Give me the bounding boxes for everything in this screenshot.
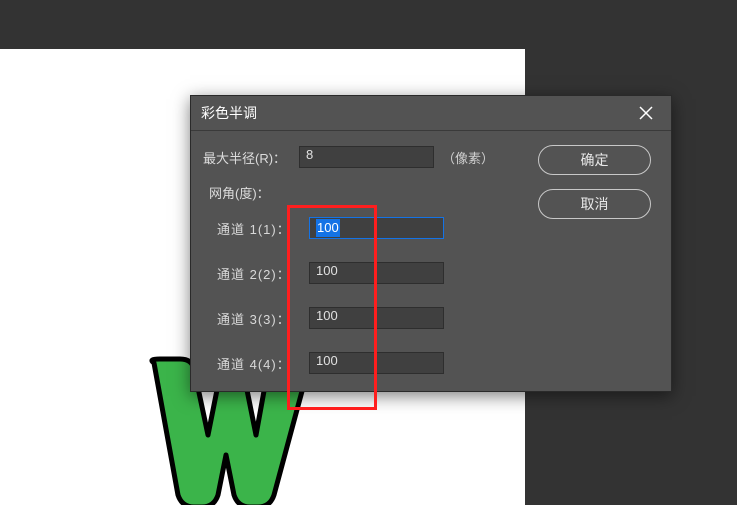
channel-2-input[interactable]: 100 — [309, 262, 444, 284]
channel-1-label: 通道 1(1)： — [199, 219, 309, 238]
pixel-unit-label: （像素） — [442, 148, 494, 167]
channel-1-input[interactable]: 100 — [309, 217, 444, 239]
dialog-titlebar[interactable]: 彩色半调 — [191, 96, 671, 131]
channel-4-label: 通道 4(4)： — [199, 354, 309, 373]
channel-4-input[interactable]: 100 — [309, 352, 444, 374]
channel-2-label: 通道 2(2)： — [199, 264, 309, 283]
dialog-body: 最大半径(R)： 8 （像素） 网角(度)： 通道 1(1)： 100 通道 2… — [191, 131, 671, 391]
dialog-title: 彩色半调 — [201, 103, 631, 123]
channel-3-label: 通道 3(3)： — [199, 309, 309, 328]
close-icon — [639, 106, 653, 120]
color-halftone-dialog: 彩色半调 最大半径(R)： 8 （像素） 网角(度)： 通道 1(1)： 100… — [190, 95, 672, 392]
max-radius-label: 最大半径(R)： — [199, 148, 299, 167]
channel-3-input[interactable]: 100 — [309, 307, 444, 329]
close-button[interactable] — [631, 98, 661, 128]
cancel-button[interactable]: 取消 — [538, 189, 651, 219]
ok-button[interactable]: 确定 — [538, 145, 651, 175]
max-radius-input[interactable]: 8 — [299, 146, 434, 168]
